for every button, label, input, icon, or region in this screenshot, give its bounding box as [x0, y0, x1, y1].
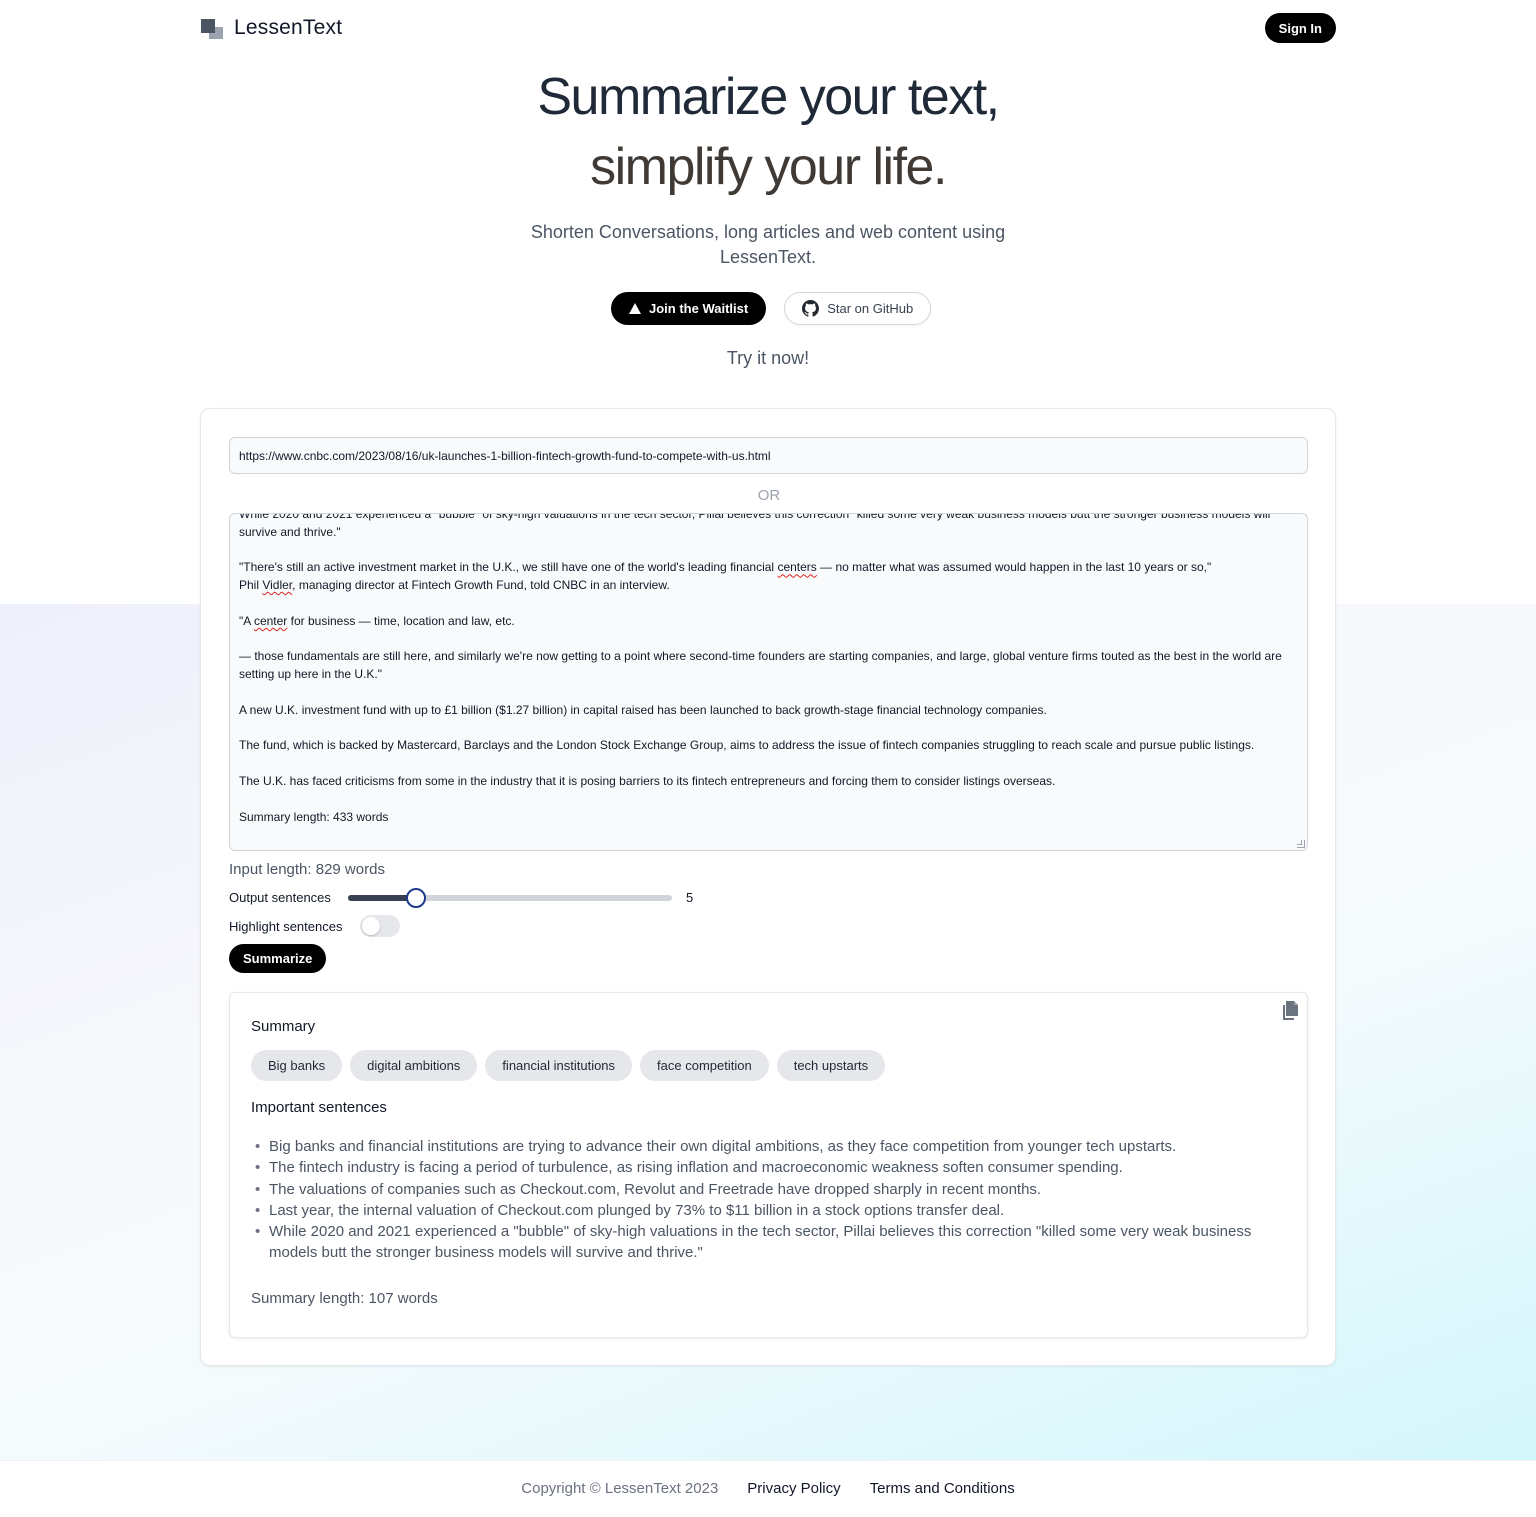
text-paragraph: "A center for business — time, location …	[239, 613, 515, 628]
highlight-sentences-toggle[interactable]	[360, 915, 400, 937]
brand-logo[interactable]: LessenText	[200, 16, 342, 40]
star-on-github-label: Star on GitHub	[827, 301, 914, 316]
join-waitlist-label: Join the Waitlist	[649, 301, 749, 316]
header: LessenText Sign In	[200, 13, 1336, 43]
or-divider: OR	[757, 487, 781, 504]
important-sentences-list: Big banks and financial institutions are…	[255, 1136, 1294, 1264]
url-input[interactable]	[229, 437, 1308, 474]
logo-icon	[200, 17, 224, 39]
github-icon	[802, 300, 820, 317]
hero-title: Summarize your text, simplify your life.	[0, 62, 1536, 202]
output-sentences-control: Output sentences 5	[229, 888, 729, 908]
list-item: The valuations of companies such as Chec…	[255, 1179, 1294, 1201]
highlight-sentences-label: Highlight sentences	[229, 919, 343, 934]
input-length: Input length: 829 words	[229, 861, 385, 878]
brand-name: LessenText	[234, 16, 343, 39]
text-paragraph: The fund, which is backed by Mastercard,…	[239, 738, 1255, 753]
text-input-content: While 2020 and 2021 experienced a "bubbl…	[239, 513, 1293, 844]
copy-icon[interactable]	[1279, 1000, 1299, 1022]
hero-buttons: Join the Waitlist Star on GitHub	[611, 292, 932, 325]
footer-divider	[0, 1460, 1536, 1461]
summarizer-card: OR While 2020 and 2021 experienced a "bu…	[200, 408, 1336, 1366]
output-sentences-value: 5	[686, 890, 694, 905]
star-on-github-button[interactable]: Star on GitHub	[784, 292, 932, 325]
summary-length: Summary length: 107 words	[251, 1290, 438, 1307]
text-paragraph: Summary length: 433 words	[239, 809, 389, 824]
text-paragraph: — those fundamentals are still here, and…	[239, 649, 1282, 682]
try-it-now-heading: Try it now!	[726, 348, 810, 368]
toggle-knob	[362, 917, 380, 935]
text-paragraph: A new U.K. investment fund with up to £1…	[239, 702, 1047, 717]
copyright: Copyright © LessenText 2023	[521, 1480, 719, 1497]
keyword-tag: face competition	[640, 1050, 769, 1081]
output-sentences-label: Output sentences	[229, 890, 331, 905]
summarize-button[interactable]: Summarize	[229, 944, 327, 973]
important-sentences-title: Important sentences	[251, 1099, 387, 1116]
terms-link[interactable]: Terms and Conditions	[870, 1480, 1015, 1497]
highlight-sentences-control: Highlight sentences	[229, 915, 529, 937]
footer: Copyright © LessenText 2023 Privacy Poli…	[0, 1480, 1536, 1497]
list-item: While 2020 and 2021 experienced a "bubbl…	[255, 1221, 1294, 1264]
output-sentences-slider[interactable]	[348, 888, 672, 908]
hero-title-line2: simplify your life.	[590, 138, 947, 196]
slider-thumb[interactable]	[406, 888, 427, 908]
privacy-policy-link[interactable]: Privacy Policy	[747, 1480, 840, 1497]
join-waitlist-button[interactable]: Join the Waitlist	[611, 292, 767, 325]
hero-title-line1: Summarize your text,	[537, 68, 1000, 126]
sign-in-button[interactable]: Sign In	[1264, 13, 1336, 43]
summary-panel: Summary Big banks digital ambitions fina…	[229, 992, 1308, 1338]
keyword-tags: Big banks digital ambitions financial in…	[251, 1050, 886, 1081]
text-paragraph: The U.K. has faced criticisms from some …	[239, 773, 1056, 788]
text-input-area[interactable]: While 2020 and 2021 experienced a "bubbl…	[229, 513, 1308, 851]
keyword-tag: tech upstarts	[776, 1050, 886, 1081]
summary-title: Summary	[251, 1018, 316, 1035]
list-item: Last year, the internal valuation of Che…	[255, 1200, 1294, 1222]
text-paragraph: "There's still an active investment mark…	[239, 560, 1212, 593]
hero-subtitle: Shorten Conversations, long articles and…	[530, 222, 1006, 267]
resize-handle[interactable]	[1297, 840, 1305, 848]
triangle-icon	[629, 303, 641, 314]
list-item: Big banks and financial institutions are…	[255, 1136, 1294, 1158]
list-item: The fintech industry is facing a period …	[255, 1157, 1294, 1179]
keyword-tag: digital ambitions	[350, 1050, 478, 1081]
page: LessenText Sign In Summarize your text, …	[0, 0, 1536, 1517]
text-paragraph: While 2020 and 2021 experienced a "bubbl…	[239, 513, 1271, 539]
keyword-tag: financial institutions	[485, 1050, 633, 1081]
keyword-tag: Big banks	[251, 1050, 343, 1081]
